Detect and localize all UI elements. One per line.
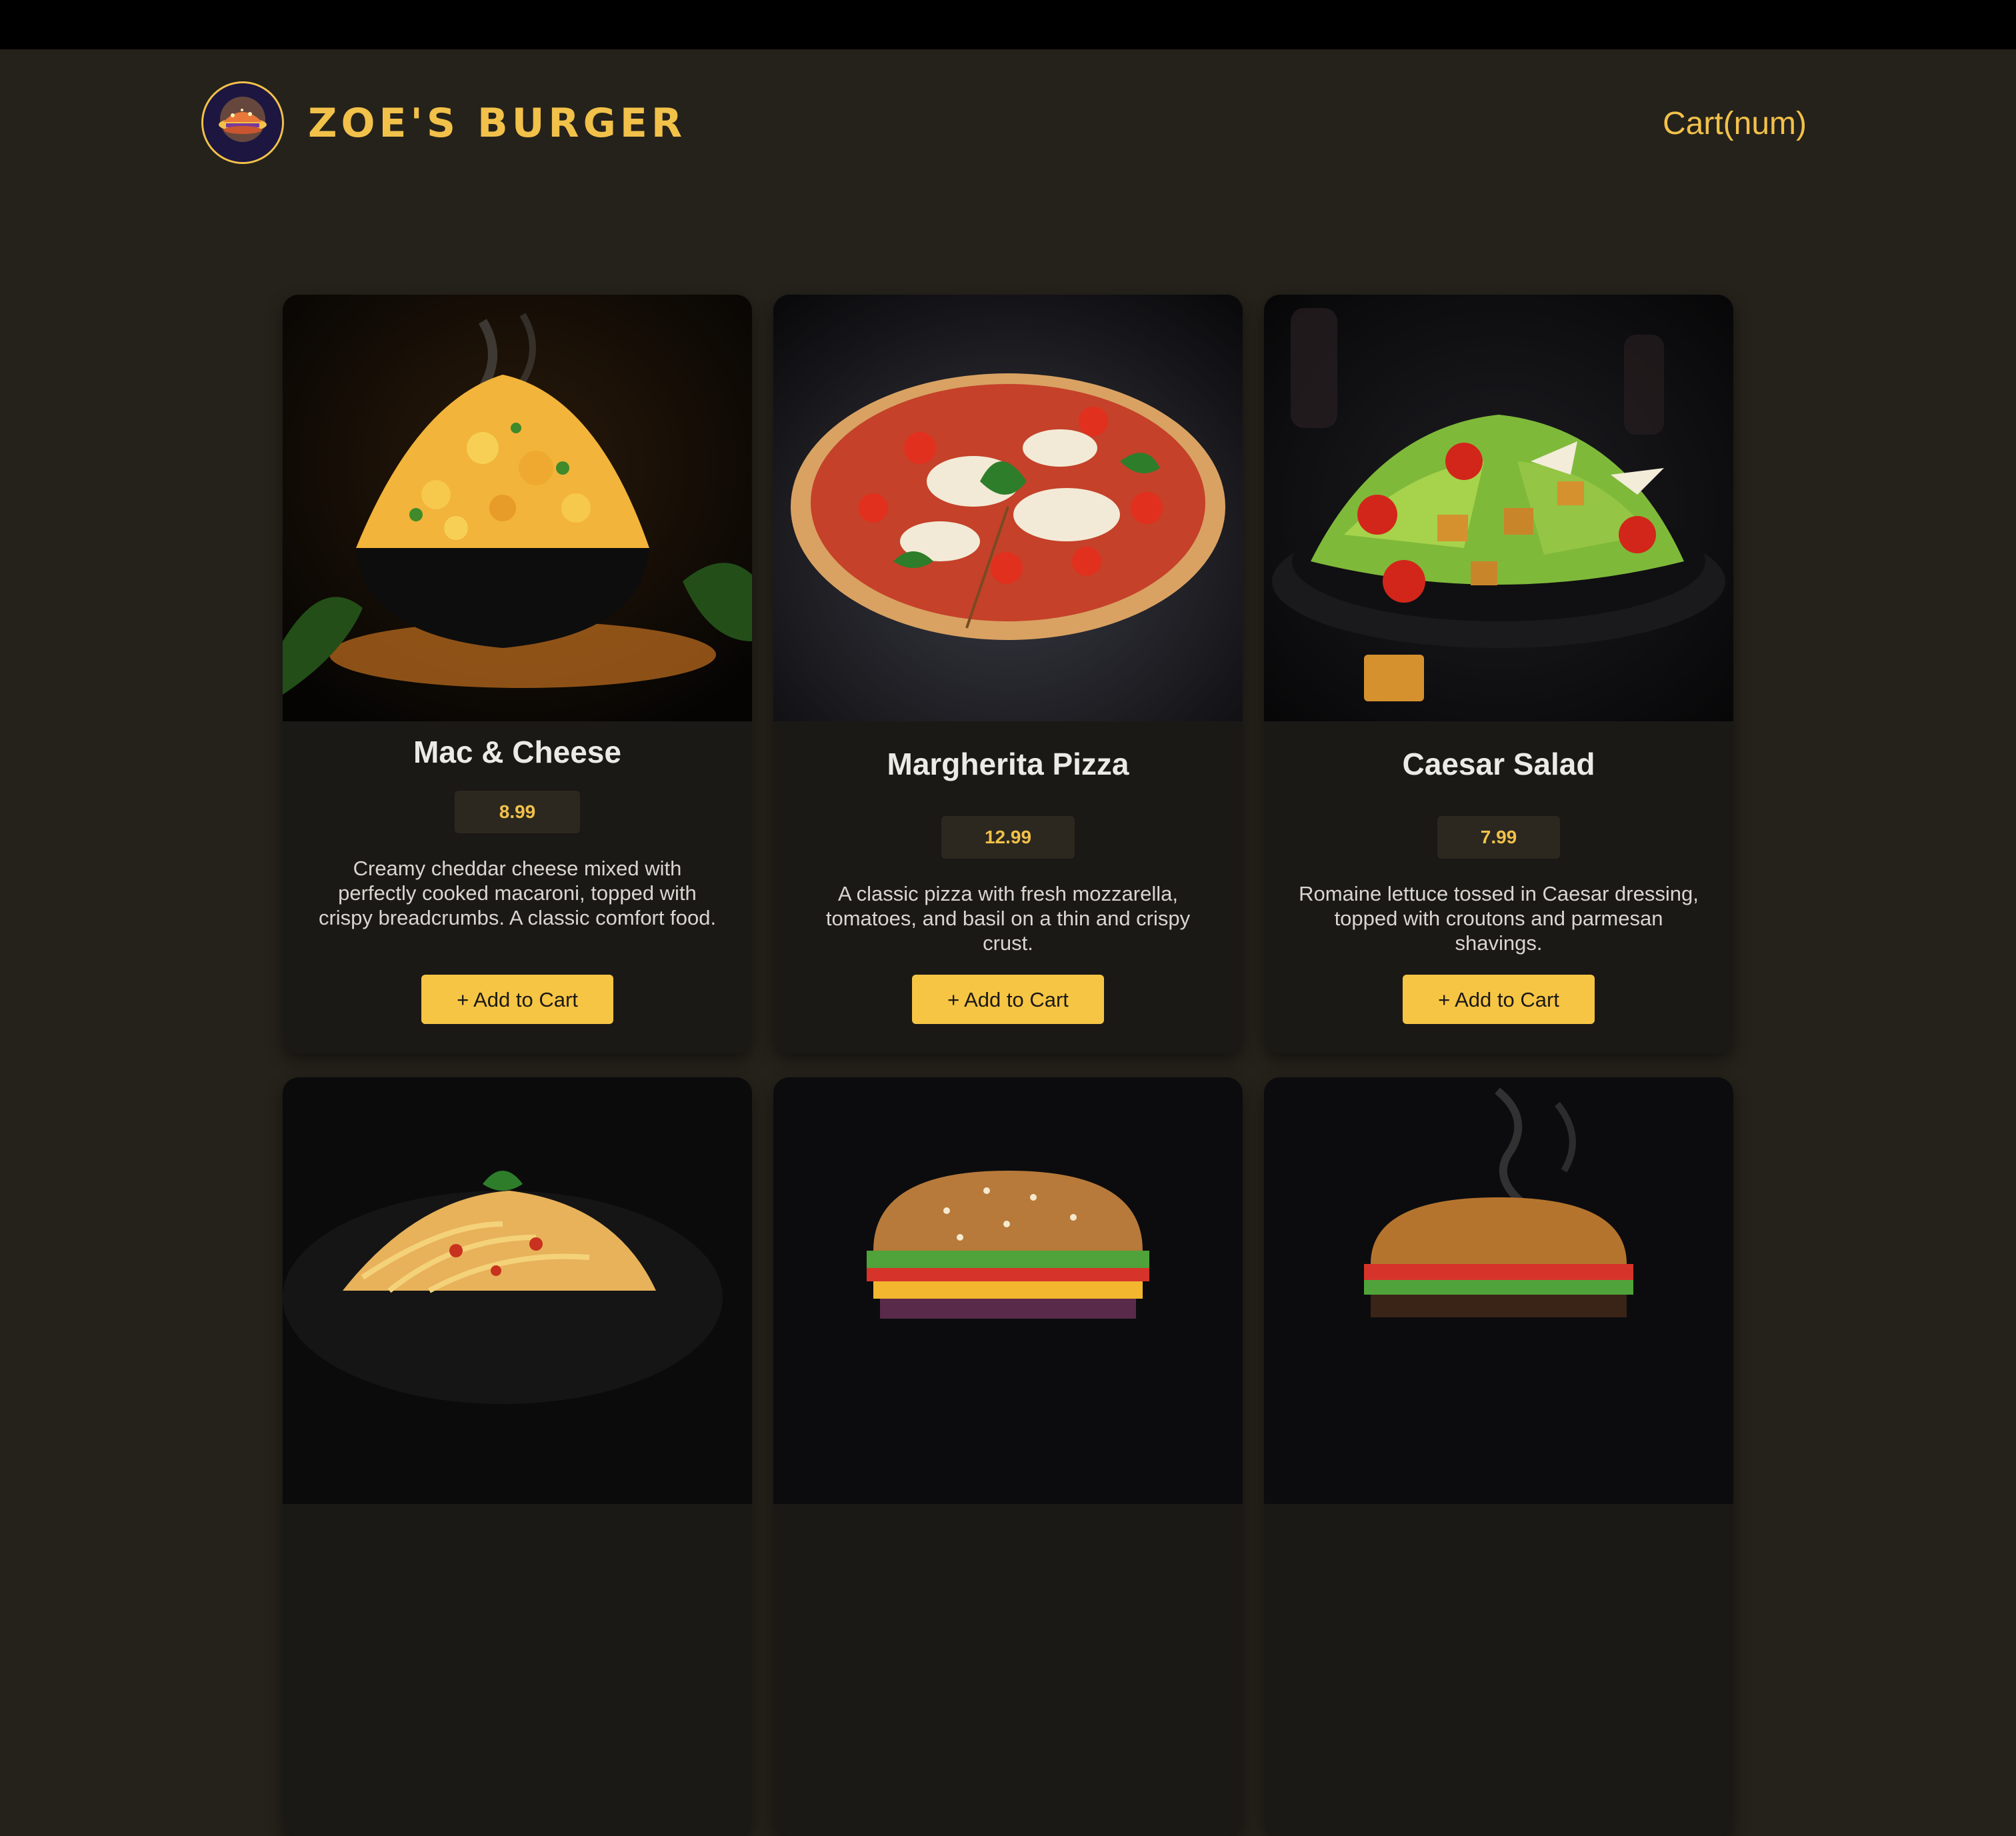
caesar-salad-image <box>1264 295 1733 721</box>
item-title: Mac & Cheese <box>413 735 621 769</box>
cart-link[interactable]: Cart(num) <box>1663 104 1807 144</box>
mac-and-cheese-image <box>283 295 752 721</box>
item-title: Caesar Salad <box>1402 747 1595 781</box>
margherita-pizza-image <box>773 295 1243 721</box>
item-description: A classic pizza with fresh mozzarella, t… <box>825 882 1191 955</box>
menu-card <box>283 1077 752 1836</box>
add-to-cart-button[interactable]: + Add to Cart <box>1403 975 1595 1024</box>
smoking-burger-image <box>1264 1077 1733 1504</box>
price-badge: 8.99 <box>455 791 580 833</box>
menu-card: Margherita Pizza 12.99 A classic pizza w… <box>773 295 1243 1053</box>
item-description: Romaine lettuce tossed in Caesar dressin… <box>1299 882 1699 955</box>
menu-card <box>1264 1077 1733 1836</box>
brand-name[interactable]: ZOE'S BURGER <box>308 100 686 147</box>
menu-card: Mac & Cheese 8.99 Creamy cheddar cheese … <box>283 295 752 1053</box>
menu-card: Caesar Salad 7.99 Romaine lettuce tossed… <box>1264 295 1733 1053</box>
item-description: Creamy cheddar cheese mixed with perfect… <box>318 857 717 929</box>
price-badge: 12.99 <box>941 816 1075 859</box>
menu-card <box>773 1077 1243 1836</box>
sesame-burger-image <box>773 1077 1243 1504</box>
spaghetti-image <box>283 1077 752 1504</box>
price-badge: 7.99 <box>1437 816 1560 859</box>
site-header: ZOE'S BURGER Cart(num) <box>0 49 2016 203</box>
add-to-cart-button[interactable]: + Add to Cart <box>421 975 613 1024</box>
browser-top-bar <box>0 0 2016 49</box>
item-title: Margherita Pizza <box>887 747 1129 781</box>
add-to-cart-button[interactable]: + Add to Cart <box>912 975 1104 1024</box>
logo-icon[interactable] <box>201 81 284 164</box>
